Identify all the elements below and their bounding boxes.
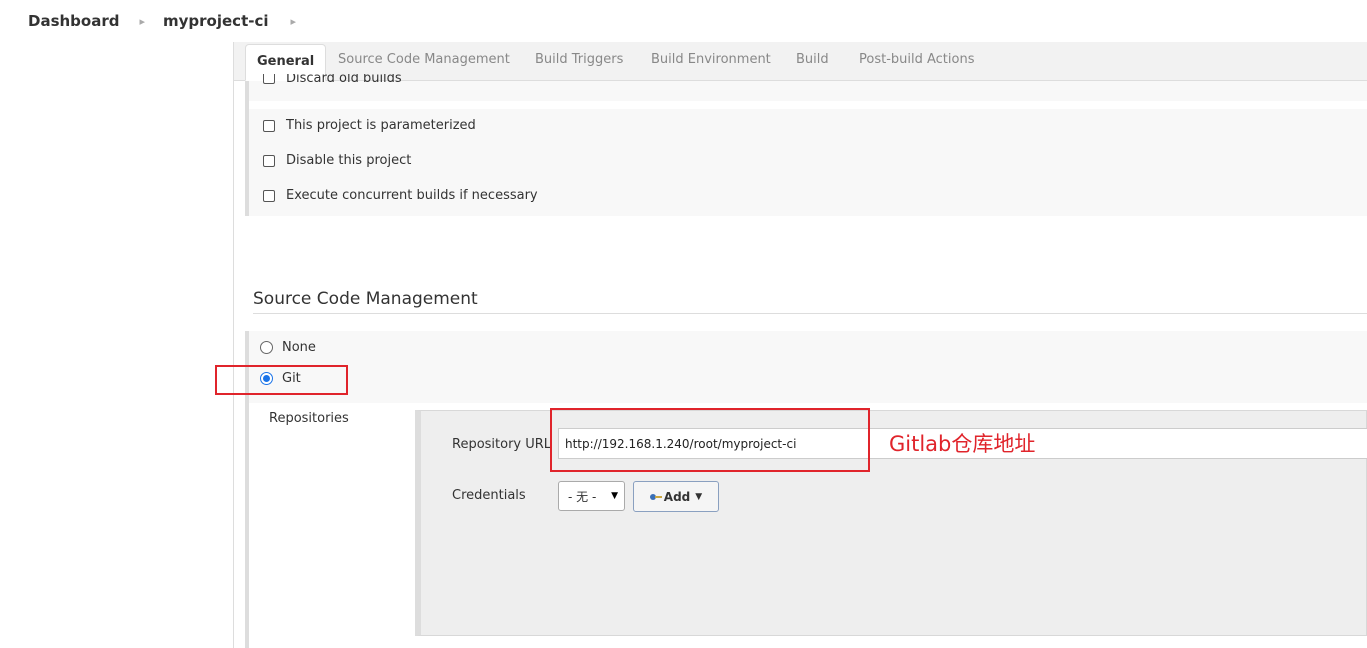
parameterized-checkbox[interactable] <box>263 119 275 132</box>
credentials-select[interactable]: - 无 - ▼ <box>558 481 625 511</box>
divider <box>249 101 1367 109</box>
config-content: Discard old builds This project is param… <box>235 74 1367 648</box>
tab-build-triggers[interactable]: Build Triggers <box>535 52 623 67</box>
option-parameterized[interactable]: This project is parameterized <box>263 118 476 133</box>
chevron-right-icon[interactable]: ▸ <box>139 15 145 28</box>
key-icon <box>649 493 662 501</box>
tab-post-build-actions[interactable]: Post-build Actions <box>859 52 974 67</box>
scm-block: None Git Repositories Repository URL Cre… <box>245 331 1367 648</box>
breadcrumb-dashboard[interactable]: Dashboard <box>28 12 119 30</box>
discard-old-builds-label: Discard old builds <box>286 74 402 86</box>
credentials-label: Credentials <box>452 488 526 503</box>
disable-project-checkbox[interactable] <box>263 154 275 167</box>
caret-down-icon: ▼ <box>695 491 703 502</box>
none-radio-label: None <box>282 340 316 355</box>
none-radio[interactable] <box>260 341 273 354</box>
tab-build-environment[interactable]: Build Environment <box>651 52 771 67</box>
side-panel <box>0 42 234 648</box>
discard-old-builds-checkbox[interactable] <box>263 74 275 84</box>
credentials-selected-value: - 无 - <box>568 489 597 504</box>
breadcrumb: Dashboard ▸ myproject-ci ▸ <box>0 0 1367 42</box>
tab-source-code-management[interactable]: Source Code Management <box>338 52 510 67</box>
repositories-label: Repositories <box>269 411 349 426</box>
repository-url-label: Repository URL <box>452 437 552 452</box>
chevron-down-icon: ▼ <box>611 491 618 501</box>
add-credentials-button[interactable]: Add ▼ <box>633 481 719 512</box>
annotation-text: Gitlab仓库地址 <box>889 432 1036 456</box>
concurrent-builds-checkbox[interactable] <box>263 189 275 202</box>
annotation-git-highlight <box>215 365 348 395</box>
option-concurrent-builds[interactable]: Execute concurrent builds if necessary <box>263 188 538 203</box>
parameterized-label: This project is parameterized <box>286 118 476 133</box>
add-button-label: Add <box>663 489 691 504</box>
annotation-url-highlight <box>550 408 870 472</box>
option-disable-project[interactable]: Disable this project <box>263 153 411 168</box>
disable-project-label: Disable this project <box>286 153 412 168</box>
section-title-scm: Source Code Management <box>253 289 478 309</box>
scm-option-none[interactable]: None <box>260 340 316 355</box>
concurrent-builds-label: Execute concurrent builds if necessary <box>286 188 538 203</box>
section-divider <box>253 313 1367 314</box>
breadcrumb-project[interactable]: myproject-ci <box>163 12 268 30</box>
option-discard-old-builds[interactable]: Discard old builds <box>263 74 402 88</box>
chevron-right-icon[interactable]: ▸ <box>291 15 297 28</box>
config-tab-bar: General Source Code Management Build Tri… <box>234 42 1367 81</box>
scm-options: None Git <box>249 331 1367 403</box>
general-options-block: Discard old builds This project is param… <box>245 74 1367 216</box>
tab-build[interactable]: Build <box>796 52 829 67</box>
